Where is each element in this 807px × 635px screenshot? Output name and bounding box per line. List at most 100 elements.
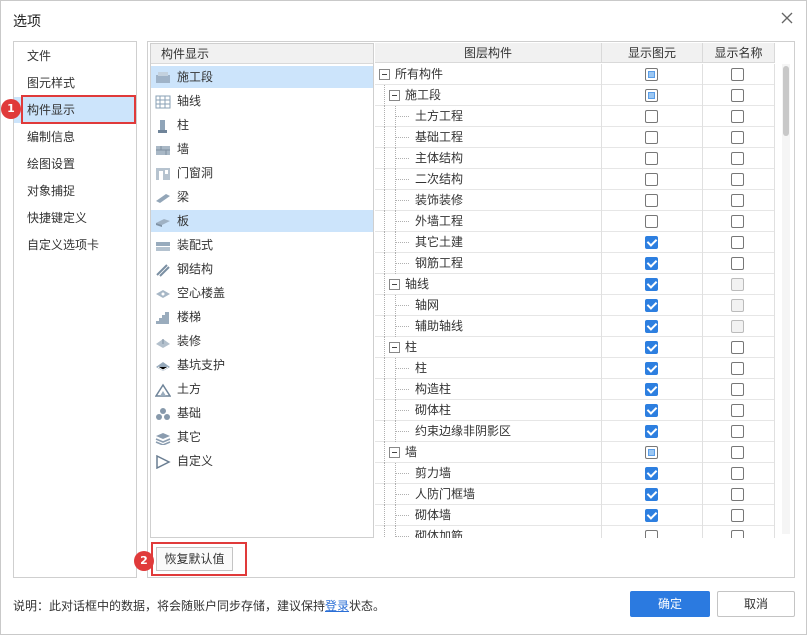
show-element-checkbox[interactable] [645,362,658,375]
table-row[interactable]: 基础工程 [375,127,775,148]
table-row[interactable]: 土方工程 [375,106,775,127]
table-row[interactable]: 柱 [375,358,775,379]
show-element-checkbox[interactable] [645,236,658,249]
table-scrollbar[interactable] [782,64,790,534]
show-name-checkbox[interactable] [731,194,744,207]
show-element-checkbox[interactable] [645,257,658,270]
show-element-checkbox[interactable] [645,530,658,538]
nav-item-0[interactable]: 文件 [14,43,136,69]
table-row[interactable]: 所有构件 [375,64,775,85]
component-item-11[interactable]: 装修 [151,330,373,352]
component-item-6[interactable]: 板 [151,210,373,232]
component-item-10[interactable]: 楼梯 [151,306,373,328]
collapse-toggle-icon[interactable] [379,69,390,80]
component-item-7[interactable]: 装配式 [151,234,373,256]
show-name-checkbox[interactable] [731,68,744,81]
show-name-checkbox[interactable] [731,425,744,438]
show-element-checkbox[interactable] [645,110,658,123]
show-name-checkbox[interactable] [731,341,744,354]
login-link[interactable]: 登录 [325,599,349,613]
show-element-checkbox[interactable] [645,425,658,438]
component-item-16[interactable]: 自定义 [151,450,373,472]
nav-item-5[interactable]: 对象捕捉 [14,178,136,204]
show-name-checkbox[interactable] [731,509,744,522]
show-element-checkbox[interactable] [645,404,658,417]
show-name-checkbox[interactable] [731,152,744,165]
show-name-checkbox[interactable] [731,131,744,144]
show-element-checkbox[interactable] [645,194,658,207]
show-element-checkbox[interactable] [645,446,658,459]
nav-item-4[interactable]: 绘图设置 [14,151,136,177]
show-element-checkbox[interactable] [645,341,658,354]
component-item-2[interactable]: 柱 [151,114,373,136]
table-row[interactable]: 约束边缘非阴影区 [375,421,775,442]
table-row[interactable]: 墙 [375,442,775,463]
show-element-checkbox[interactable] [645,299,658,312]
show-name-checkbox[interactable] [731,488,744,501]
show-name-checkbox[interactable] [731,362,744,375]
show-name-checkbox[interactable] [731,530,744,538]
component-item-15[interactable]: 其它 [151,426,373,448]
nav-item-1[interactable]: 图元样式 [14,70,136,96]
component-item-4[interactable]: 门窗洞 [151,162,373,184]
table-row[interactable]: 辅助轴线 [375,316,775,337]
show-element-checkbox[interactable] [645,68,658,81]
show-element-checkbox[interactable] [645,509,658,522]
component-item-13[interactable]: 土方 [151,378,373,400]
show-name-checkbox[interactable] [731,236,744,249]
nav-item-6[interactable]: 快捷键定义 [14,205,136,231]
show-element-checkbox[interactable] [645,320,658,333]
show-element-checkbox[interactable] [645,488,658,501]
ok-button[interactable]: 确定 [630,591,710,617]
show-element-checkbox[interactable] [645,278,658,291]
table-row[interactable]: 柱 [375,337,775,358]
show-name-checkbox[interactable] [731,257,744,270]
table-row[interactable]: 砌体柱 [375,400,775,421]
component-item-5[interactable]: 梁 [151,186,373,208]
show-name-checkbox[interactable] [731,404,744,417]
table-row[interactable]: 外墙工程 [375,211,775,232]
show-element-checkbox[interactable] [645,383,658,396]
component-item-14[interactable]: 基础 [151,402,373,424]
component-item-12[interactable]: 基坑支护 [151,354,373,376]
show-name-checkbox[interactable] [731,110,744,123]
table-row[interactable]: 砌体加筋 [375,526,775,538]
table-row[interactable]: 砌体墙 [375,505,775,526]
collapse-toggle-icon[interactable] [389,342,400,353]
close-button[interactable] [778,9,796,27]
nav-item-3[interactable]: 编制信息 [14,124,136,150]
table-row[interactable]: 人防门框墙 [375,484,775,505]
table-row[interactable]: 钢筋工程 [375,253,775,274]
collapse-toggle-icon[interactable] [389,447,400,458]
table-row[interactable]: 构造柱 [375,379,775,400]
table-row[interactable]: 二次结构 [375,169,775,190]
show-name-checkbox[interactable] [731,89,744,102]
component-item-0[interactable]: 施工段 [151,66,373,88]
show-element-checkbox[interactable] [645,152,658,165]
show-name-checkbox[interactable] [731,383,744,396]
component-item-8[interactable]: 钢结构 [151,258,373,280]
table-row[interactable]: 轴网 [375,295,775,316]
component-item-1[interactable]: 轴线 [151,90,373,112]
table-row[interactable]: 剪力墙 [375,463,775,484]
show-name-checkbox[interactable] [731,173,744,186]
component-item-9[interactable]: 空心楼盖 [151,282,373,304]
show-element-checkbox[interactable] [645,131,658,144]
table-row[interactable]: 轴线 [375,274,775,295]
show-element-checkbox[interactable] [645,215,658,228]
show-element-checkbox[interactable] [645,89,658,102]
table-row[interactable]: 施工段 [375,85,775,106]
nav-item-7[interactable]: 自定义选项卡 [14,232,136,258]
collapse-toggle-icon[interactable] [389,90,400,101]
table-row[interactable]: 其它土建 [375,232,775,253]
collapse-toggle-icon[interactable] [389,279,400,290]
show-element-checkbox[interactable] [645,467,658,480]
show-name-checkbox[interactable] [731,446,744,459]
cancel-button[interactable]: 取消 [717,591,795,617]
table-row[interactable]: 装饰装修 [375,190,775,211]
show-name-checkbox[interactable] [731,467,744,480]
component-item-3[interactable]: 墙 [151,138,373,160]
scrollbar-thumb[interactable] [783,66,789,136]
show-name-checkbox[interactable] [731,215,744,228]
show-element-checkbox[interactable] [645,173,658,186]
